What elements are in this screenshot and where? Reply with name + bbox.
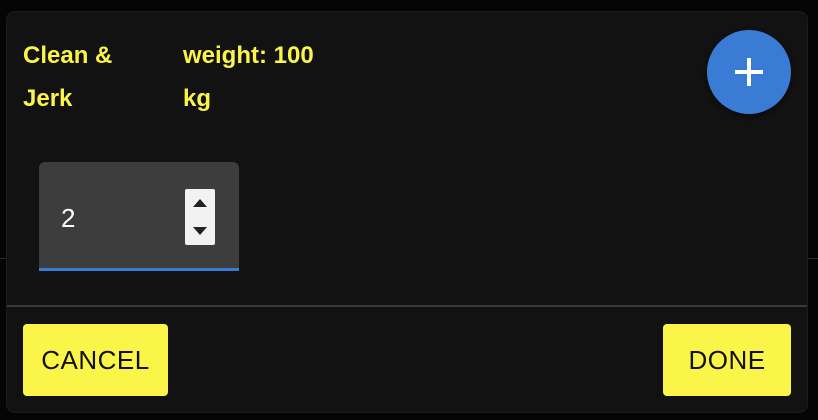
done-button[interactable]: DONE [663, 324, 791, 396]
actions-divider [7, 305, 807, 307]
triangle-up-icon [193, 199, 207, 207]
triangle-down-icon [193, 227, 207, 235]
exercise-name: Clean & Jerk [23, 42, 113, 112]
dialog-header: Clean & Jerk weight: 100 kg [23, 34, 353, 120]
add-set-dialog: Clean & Jerk weight: 100 kg 2 CANCEL DON… [7, 12, 807, 412]
stepper-up-button[interactable] [185, 189, 215, 217]
number-stepper[interactable] [185, 189, 215, 245]
add-button[interactable] [707, 30, 791, 114]
weight-label: weight: 100 kg [183, 42, 314, 112]
cancel-button[interactable]: CANCEL [23, 324, 168, 396]
stepper-down-button[interactable] [185, 217, 215, 245]
plus-icon [735, 58, 763, 86]
reps-number-field[interactable]: 2 [39, 162, 239, 271]
reps-input-value[interactable]: 2 [61, 200, 75, 236]
